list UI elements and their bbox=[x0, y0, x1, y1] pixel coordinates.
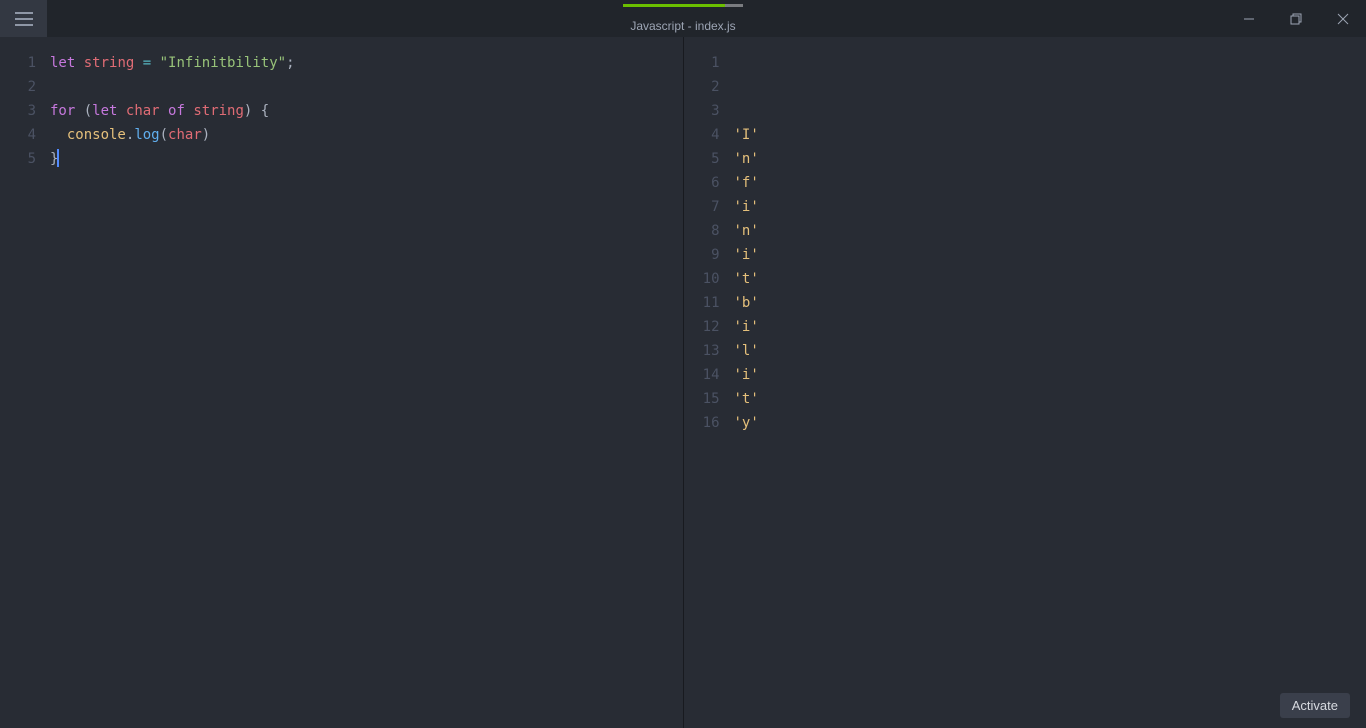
minimize-icon bbox=[1243, 13, 1255, 25]
window-title: Javascript - index.js bbox=[630, 19, 735, 33]
output-line: 'n' bbox=[734, 147, 1366, 171]
line-number: 5 bbox=[0, 147, 36, 171]
line-number: 14 bbox=[684, 363, 720, 387]
output-line bbox=[734, 51, 1366, 75]
editor-pane[interactable]: 12345 let string = "Infinitbility"; for (… bbox=[0, 37, 684, 728]
menu-icon bbox=[15, 12, 33, 26]
output-line bbox=[734, 99, 1366, 123]
output-line: 'l' bbox=[734, 339, 1366, 363]
progress-indicator bbox=[623, 4, 743, 7]
line-number: 16 bbox=[684, 411, 720, 435]
line-number: 1 bbox=[684, 51, 720, 75]
line-number: 5 bbox=[684, 147, 720, 171]
titlebar: Javascript - index.js bbox=[0, 0, 1366, 37]
output-line: 'f' bbox=[734, 171, 1366, 195]
line-number: 12 bbox=[684, 315, 720, 339]
code-line[interactable]: } bbox=[50, 147, 683, 171]
line-number: 4 bbox=[0, 123, 36, 147]
code-line[interactable]: for (let char of string) { bbox=[50, 99, 683, 123]
code-line[interactable] bbox=[50, 75, 683, 99]
output-line: 'y' bbox=[734, 411, 1366, 435]
output-line bbox=[734, 75, 1366, 99]
output-line: 't' bbox=[734, 267, 1366, 291]
close-icon bbox=[1337, 13, 1349, 25]
output-line: 'i' bbox=[734, 315, 1366, 339]
activate-button[interactable]: Activate bbox=[1280, 693, 1350, 718]
output-line: 'I' bbox=[734, 123, 1366, 147]
output-line: 'i' bbox=[734, 363, 1366, 387]
workspace: 12345 let string = "Infinitbility";for (… bbox=[0, 37, 1366, 728]
line-number: 4 bbox=[684, 123, 720, 147]
line-number: 13 bbox=[684, 339, 720, 363]
maximize-button[interactable] bbox=[1272, 0, 1319, 37]
hamburger-menu-button[interactable] bbox=[0, 0, 47, 37]
line-number: 10 bbox=[684, 267, 720, 291]
output-line: 'n' bbox=[734, 219, 1366, 243]
window-controls bbox=[1225, 0, 1366, 37]
titlebar-center: Javascript - index.js bbox=[0, 4, 1366, 33]
line-number: 9 bbox=[684, 243, 720, 267]
maximize-icon bbox=[1290, 13, 1302, 25]
line-number: 15 bbox=[684, 387, 720, 411]
editor-gutter: 12345 bbox=[0, 51, 50, 728]
output-line: 'b' bbox=[734, 291, 1366, 315]
code-line[interactable]: let string = "Infinitbility"; bbox=[50, 51, 683, 75]
line-number: 2 bbox=[684, 75, 720, 99]
output-code: 'I''n''f''i''n''i''t''b''i''l''i''t''y' bbox=[734, 51, 1366, 728]
line-number: 2 bbox=[0, 75, 36, 99]
line-number: 6 bbox=[684, 171, 720, 195]
output-gutter: 12345678910111213141516 bbox=[684, 51, 734, 728]
line-number: 8 bbox=[684, 219, 720, 243]
output-line: 'i' bbox=[734, 243, 1366, 267]
line-number: 3 bbox=[684, 99, 720, 123]
editor-code[interactable]: let string = "Infinitbility"; for (let ch… bbox=[50, 51, 683, 728]
text-cursor bbox=[57, 149, 59, 167]
line-number: 1 bbox=[0, 51, 36, 75]
minimize-button[interactable] bbox=[1225, 0, 1272, 37]
line-number: 7 bbox=[684, 195, 720, 219]
output-pane[interactable]: 12345678910111213141516 'I''n''f''i''n''… bbox=[684, 37, 1366, 728]
line-number: 3 bbox=[0, 99, 36, 123]
line-number: 11 bbox=[684, 291, 720, 315]
close-button[interactable] bbox=[1319, 0, 1366, 37]
output-line: 'i' bbox=[734, 195, 1366, 219]
output-line: 't' bbox=[734, 387, 1366, 411]
code-line[interactable]: console.log(char) bbox=[50, 123, 683, 147]
